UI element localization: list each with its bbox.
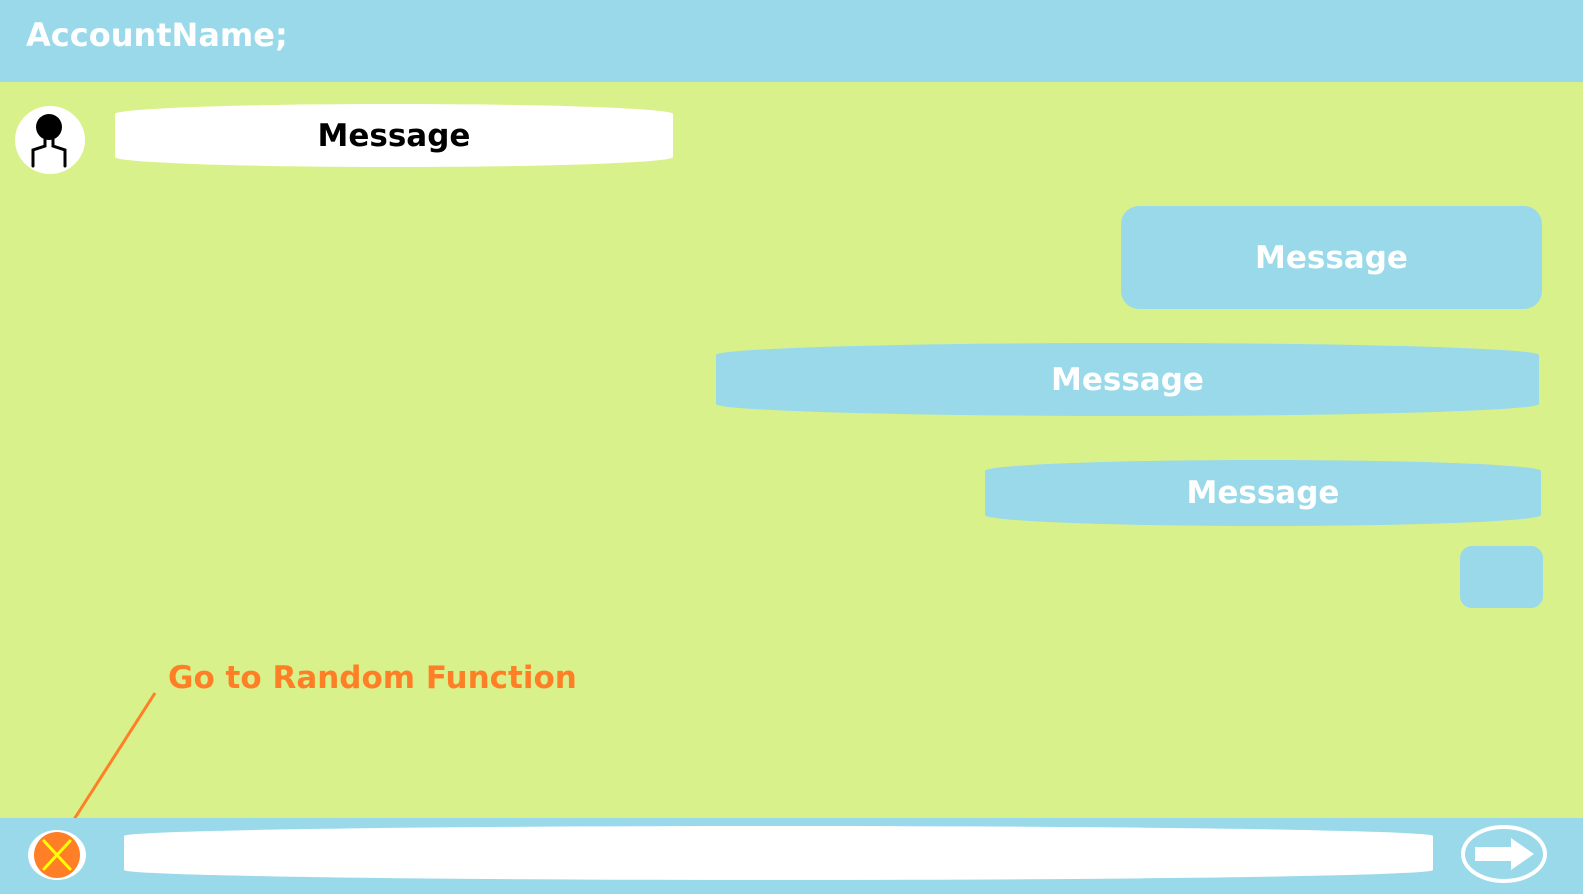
user-avatar-icon[interactable] (15, 106, 85, 174)
outgoing-message-bubble: Message (1121, 206, 1542, 309)
header-bar: AccountName; (0, 0, 1583, 82)
composer-bar (0, 818, 1583, 894)
chat-app: AccountName; Message Message Message Mes… (0, 0, 1583, 894)
outgoing-message-bubble: Message (985, 460, 1541, 526)
outgoing-message-bubble-empty (1460, 546, 1543, 608)
send-button[interactable] (1461, 824, 1547, 884)
send-arrow-icon (1461, 825, 1547, 883)
message-input[interactable] (124, 826, 1433, 880)
outgoing-message-bubble: Message (716, 343, 1539, 416)
annotation-label: Go to Random Function (168, 660, 577, 696)
account-name-title: AccountName; (26, 16, 288, 54)
random-x-icon (34, 832, 80, 878)
random-function-button[interactable] (28, 830, 86, 880)
incoming-message-bubble: Message (115, 104, 673, 167)
